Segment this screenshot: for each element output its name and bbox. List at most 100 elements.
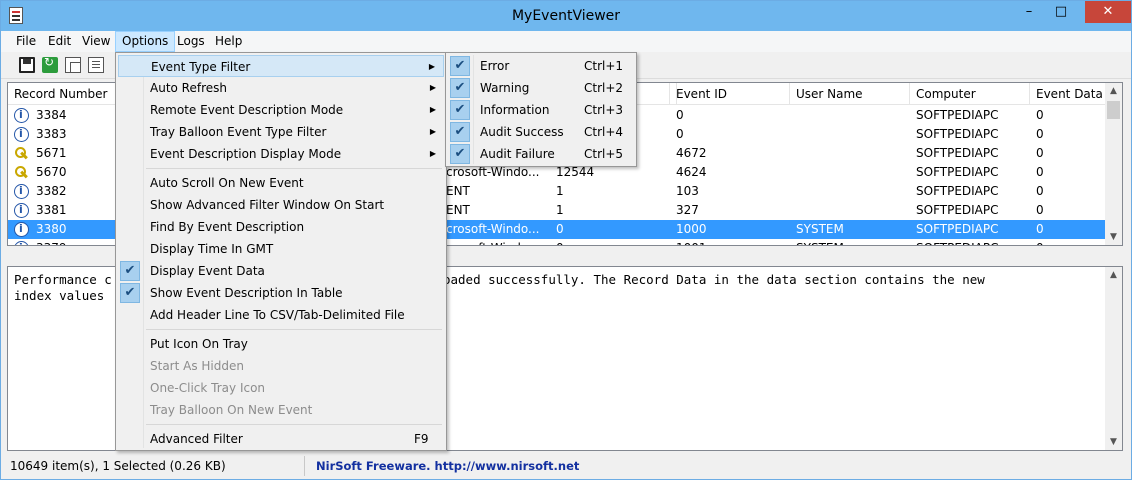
filter-item-audit-success[interactable]: ✔ Audit Success Ctrl+4 bbox=[448, 121, 634, 143]
information-icon bbox=[14, 127, 29, 142]
menu-item-label: Event Type Filter bbox=[151, 60, 251, 74]
menu-item-auto-scroll-on-new-event[interactable]: Auto Scroll On New Event bbox=[118, 172, 444, 194]
checkmark-icon: ✔ bbox=[120, 261, 140, 281]
menu-view[interactable]: View bbox=[76, 31, 116, 52]
menu-item-label: Auto Scroll On New Event bbox=[150, 176, 304, 190]
submenu-arrow-icon: ▶ bbox=[429, 149, 436, 158]
cell-data: 0 bbox=[1036, 239, 1044, 245]
menu-item-find-by-event-description[interactable]: Find By Event Description bbox=[118, 216, 444, 238]
cell-eid: 327 bbox=[676, 203, 699, 217]
menu-item-show-advanced-filter-window-on-start[interactable]: Show Advanced Filter Window On Start bbox=[118, 194, 444, 216]
cell-user: SYSTEM bbox=[796, 222, 844, 236]
scroll-up-icon[interactable]: ▲ bbox=[1105, 267, 1122, 283]
filter-item-label: Information bbox=[480, 103, 550, 117]
save-icon[interactable] bbox=[19, 57, 35, 73]
menu-item-tray-balloon-event-type-filter[interactable]: Tray Balloon Event Type Filter ▶ bbox=[118, 121, 444, 143]
checkmark-icon: ✔ bbox=[450, 144, 470, 164]
scroll-thumb[interactable] bbox=[1107, 101, 1120, 119]
cell-c2: ENT bbox=[446, 184, 470, 198]
filter-item-warning[interactable]: ✔ Warning Ctrl+2 bbox=[448, 77, 634, 99]
menu-item-tray-balloon-on-new-event[interactable]: Tray Balloon On New Event bbox=[118, 399, 444, 421]
cell-rec: 3383 bbox=[36, 127, 67, 141]
submenu-arrow-icon: ▶ bbox=[429, 83, 436, 92]
menu-item-event-type-filter[interactable]: Event Type Filter ▶ bbox=[118, 55, 444, 77]
menu-edit[interactable]: Edit bbox=[42, 31, 77, 52]
cell-data: 0 bbox=[1036, 146, 1044, 160]
audit-key-icon bbox=[14, 165, 29, 180]
menu-item-display-event-data[interactable]: ✔ Display Event Data bbox=[118, 260, 444, 282]
menu-item-add-header-line-to-csv-tab-delimited-file[interactable]: Add Header Line To CSV/Tab-Delimited Fil… bbox=[118, 304, 444, 326]
menu-item-display-time-in-gmt[interactable]: Display Time In GMT bbox=[118, 238, 444, 260]
properties-icon[interactable] bbox=[88, 57, 104, 73]
col-user-name[interactable]: User Name bbox=[790, 83, 910, 105]
cell-eid: 4624 bbox=[676, 165, 707, 179]
cell-data: 0 bbox=[1036, 127, 1044, 141]
menu-bar: File Edit View Options Logs Help bbox=[1, 31, 1131, 52]
col-computer[interactable]: Computer bbox=[910, 83, 1030, 105]
cell-computer: SOFTPEDIAPC bbox=[916, 127, 999, 141]
menu-item-remote-event-description-mode[interactable]: Remote Event Description Mode ▶ bbox=[118, 99, 444, 121]
menu-item-label: Add Header Line To CSV/Tab-Delimited Fil… bbox=[150, 308, 405, 322]
refresh-icon[interactable] bbox=[42, 55, 58, 73]
menu-file[interactable]: File bbox=[10, 31, 42, 52]
cell-eid: 1000 bbox=[676, 222, 707, 236]
cell-data: 0 bbox=[1036, 203, 1044, 217]
filter-item-audit-failure[interactable]: ✔ Audit Failure Ctrl+5 bbox=[448, 143, 634, 165]
menu-item-event-description-display-mode[interactable]: Event Description Display Mode ▶ bbox=[118, 143, 444, 165]
col-event-id[interactable]: Event ID bbox=[670, 83, 790, 105]
cell-computer: SOFTPEDIAPC bbox=[916, 108, 999, 122]
cell-rec: 3379 bbox=[36, 239, 67, 245]
filter-item-shortcut: Ctrl+3 bbox=[584, 103, 624, 117]
filter-item-shortcut: Ctrl+1 bbox=[584, 59, 624, 73]
menu-separator bbox=[146, 329, 442, 330]
options-menu: Event Type Filter ▶ Auto Refresh ▶ Remote Ev… bbox=[115, 52, 447, 451]
cell-eid: 103 bbox=[676, 184, 699, 198]
menu-options[interactable]: Options bbox=[115, 31, 176, 52]
menu-item-label: Display Time In GMT bbox=[150, 242, 274, 256]
maximize-button[interactable]: □ bbox=[1045, 1, 1077, 23]
filter-item-label: Audit Success bbox=[480, 125, 564, 139]
col-record-number[interactable]: Record Number bbox=[8, 83, 116, 105]
submenu-arrow-icon: ▶ bbox=[429, 105, 436, 114]
menu-item-advanced-filter[interactable]: Advanced Filter F9 bbox=[118, 428, 444, 450]
menu-item-show-event-description-in-table[interactable]: ✔ Show Event Description In Table bbox=[118, 282, 444, 304]
filter-item-shortcut: Ctrl+5 bbox=[584, 147, 624, 161]
close-button[interactable]: ✕ bbox=[1085, 1, 1131, 23]
filter-item-error[interactable]: ✔ Error Ctrl+1 bbox=[448, 55, 634, 77]
menu-item-start-as-hidden[interactable]: Start As Hidden bbox=[118, 355, 444, 377]
menu-item-auto-refresh[interactable]: Auto Refresh ▶ bbox=[118, 77, 444, 99]
cell-rec: 5671 bbox=[36, 146, 67, 160]
menu-help[interactable]: Help bbox=[209, 31, 248, 52]
filter-item-information[interactable]: ✔ Information Ctrl+3 bbox=[448, 99, 634, 121]
checkmark-icon: ✔ bbox=[450, 78, 470, 98]
scroll-up-icon[interactable]: ▲ bbox=[1105, 83, 1122, 99]
checkmark-icon: ✔ bbox=[450, 56, 470, 76]
col-event-data[interactable]: Event Data ... bbox=[1030, 83, 1110, 105]
cell-data: 0 bbox=[1036, 222, 1044, 236]
list-scrollbar[interactable]: ▲ ▼ bbox=[1105, 83, 1122, 245]
copy-icon[interactable] bbox=[65, 57, 81, 73]
submenu-arrow-icon: ▶ bbox=[429, 127, 436, 136]
window-title: MyEventViewer bbox=[511, 8, 621, 24]
information-icon bbox=[14, 184, 29, 199]
filter-item-label: Error bbox=[480, 59, 510, 73]
cell-eid: 4672 bbox=[676, 146, 707, 160]
cell-rec: 5670 bbox=[36, 165, 67, 179]
scroll-down-icon[interactable]: ▼ bbox=[1105, 434, 1122, 450]
information-icon bbox=[14, 222, 29, 237]
cell-rec: 3384 bbox=[36, 108, 67, 122]
description-scrollbar[interactable]: ▲ ▼ bbox=[1105, 267, 1122, 450]
minimize-button[interactable]: – bbox=[1013, 1, 1045, 23]
status-bar: 10649 item(s), 1 Selected (0.26 KB) NirS… bbox=[1, 452, 1131, 479]
menu-item-label: One-Click Tray Icon bbox=[150, 381, 266, 395]
menu-item-label: Find By Event Description bbox=[150, 220, 305, 234]
title-bar[interactable]: MyEventViewer – □ ✕ bbox=[1, 1, 1131, 31]
information-icon bbox=[14, 108, 29, 123]
nirsoft-link[interactable]: NirSoft Freeware. http://www.nirsoft.net bbox=[311, 456, 611, 476]
menu-logs[interactable]: Logs bbox=[171, 31, 211, 52]
menu-item-put-icon-on-tray[interactable]: Put Icon On Tray bbox=[118, 333, 444, 355]
main-window: MyEventViewer – □ ✕ File Edit View Optio… bbox=[0, 0, 1132, 480]
menu-item-one-click-tray-icon[interactable]: One-Click Tray Icon bbox=[118, 377, 444, 399]
scroll-down-icon[interactable]: ▼ bbox=[1105, 229, 1122, 245]
cell-rec: 3381 bbox=[36, 203, 67, 217]
